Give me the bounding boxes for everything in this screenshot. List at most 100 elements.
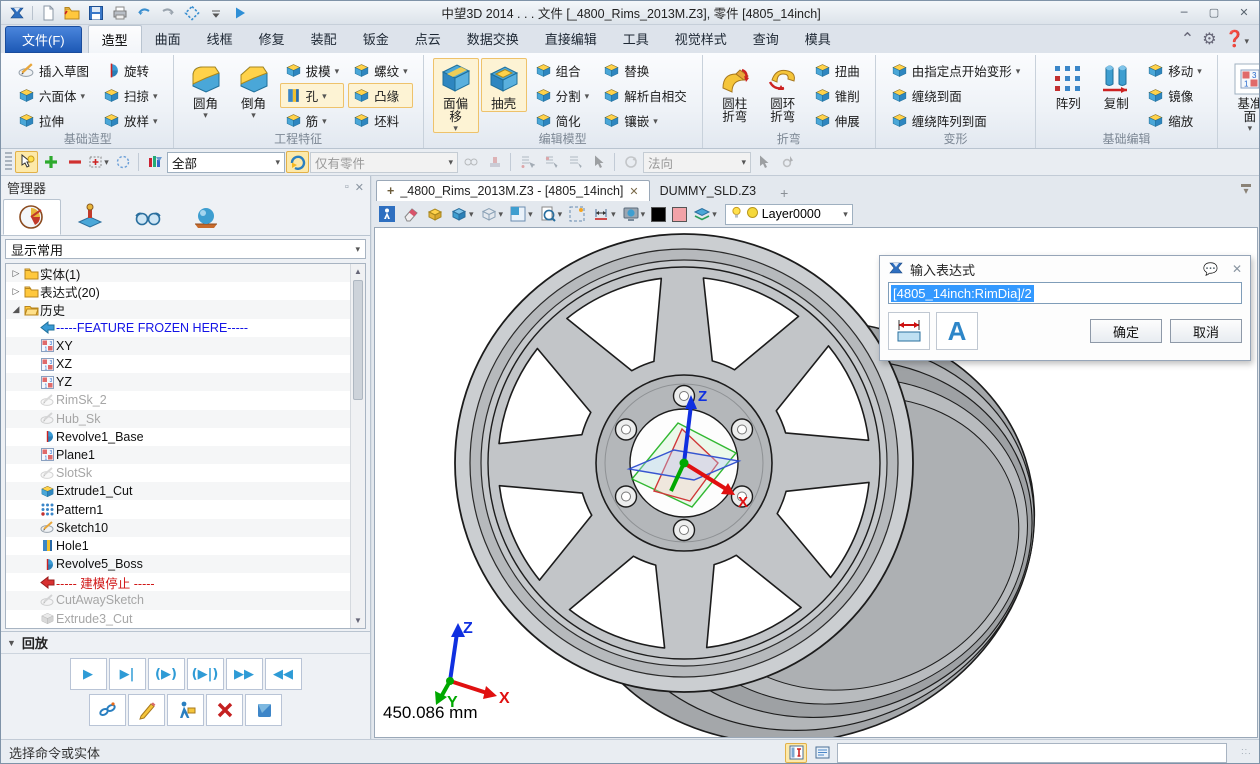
plus-green-icon[interactable] [39, 151, 62, 173]
lasso-icon[interactable] [111, 151, 134, 173]
ribbon-button-插入草图[interactable]: 插入草图 [13, 58, 94, 83]
app-logo[interactable] [6, 3, 28, 23]
command-list-button[interactable] [811, 743, 833, 763]
cancel-button[interactable]: 取消 [1170, 319, 1242, 343]
ribbon-button-阵列[interactable]: 阵列 [1045, 58, 1091, 112]
open-folder-icon[interactable] [61, 3, 83, 23]
save-icon[interactable] [85, 3, 107, 23]
minimize-button[interactable]: ─ [1171, 5, 1197, 21]
layer-combo[interactable]: Layer0000▾ [725, 204, 853, 225]
tree-item[interactable]: CutAwaySketch [6, 591, 365, 609]
select-diamond-icon[interactable] [181, 3, 203, 23]
part-swirl-icon[interactable] [286, 151, 309, 173]
tree-item[interactable]: 13XZ [6, 355, 365, 373]
tree-filter-dropdown[interactable]: 显示常用 ▾ [5, 239, 366, 259]
ribbon-button-缠绕到面[interactable]: 缠绕到面 [886, 83, 1026, 108]
replay-edit-pencil-button[interactable] [128, 694, 165, 726]
new-document-tab-button[interactable]: + [766, 185, 802, 201]
file-menu-button[interactable]: 文件(F) [5, 26, 82, 53]
pick-region-icon[interactable]: ▾ [87, 151, 110, 173]
overflow-caret-icon[interactable] [205, 3, 227, 23]
maximize-button[interactable]: ▢ [1201, 5, 1227, 21]
dialog-close-icon[interactable]: ✕ [1232, 262, 1242, 276]
cursor-icon[interactable] [752, 151, 775, 173]
comment-bubble-icon[interactable]: 💬 [1203, 262, 1218, 276]
visibility-manager-tab[interactable] [119, 199, 177, 235]
ribbon-tab-线框[interactable]: 线框 [194, 25, 246, 53]
replay-play-one-stop-button[interactable]: (▶|) [187, 658, 224, 690]
eraser-icon[interactable] [400, 203, 422, 225]
document-tab[interactable]: +_4800_Rims_2013M.Z3 - [4805_14inch]✕ [376, 180, 650, 201]
ribbon-tab-视觉样式[interactable]: 视觉样式 [662, 25, 740, 53]
tree-item[interactable]: -----FEATURE FROZEN HERE----- [6, 319, 365, 337]
replay-rewind-button[interactable]: ◀◀ [265, 658, 302, 690]
ribbon-tab-曲面[interactable]: 曲面 [142, 25, 194, 53]
ribbon-button-孔[interactable]: 孔▾ [280, 83, 345, 108]
resize-icon[interactable] [566, 203, 588, 225]
related-pick-icon[interactable] [459, 151, 482, 173]
ribbon-button-移动[interactable]: 移动▾ [1142, 58, 1207, 83]
filter-icon[interactable] [143, 151, 166, 173]
tree-item[interactable]: Extrude1_Cut [6, 482, 365, 500]
undo-icon[interactable] [133, 3, 155, 23]
tree-item[interactable]: Sketch10 [6, 519, 365, 537]
help-icon[interactable]: ❓▾ [1225, 29, 1249, 49]
expression-input[interactable]: [4805_14inch:RimDia]/2 [888, 282, 1242, 304]
tree-item[interactable]: ▷实体(1) [6, 264, 365, 282]
document-tab[interactable]: DUMMY_SLD.Z3 [650, 180, 767, 201]
replay-regen-link-button[interactable] [89, 694, 126, 726]
box-yellow-icon[interactable] [424, 203, 446, 225]
tree-item[interactable]: ----- 建模停止 ----- [6, 573, 365, 591]
viewport-3d[interactable]: Z X Z X Y 450.086 mm 输入表达式 💬 ✕ [374, 227, 1258, 738]
close-tab-icon[interactable]: ✕ [629, 185, 638, 198]
list-pick-icon[interactable] [515, 151, 538, 173]
tree-item[interactable]: Hole1 [6, 537, 365, 555]
print-icon[interactable] [109, 3, 131, 23]
ribbon-button-分割[interactable]: 分割▾ [530, 83, 595, 108]
cursor-bulb-icon[interactable] [15, 151, 38, 173]
part-only-combo[interactable]: 仅有零件▾ [310, 152, 458, 173]
tree-item[interactable]: ▷表达式(20) [6, 282, 365, 300]
ribbon-button-倒角[interactable]: 倒角▾ [231, 58, 277, 120]
tree-item[interactable]: Extrude3_Cut [6, 610, 365, 628]
exit-sketch-icon[interactable] [376, 203, 398, 225]
dimension-expression-button[interactable] [888, 312, 930, 350]
ribbon-tab-造型[interactable]: 造型 [88, 25, 142, 53]
normal-combo[interactable]: 法向▾ [643, 152, 751, 173]
replay-fast-forward-button[interactable]: ▶▶ [226, 658, 263, 690]
ribbon-tab-修复[interactable]: 修复 [246, 25, 298, 53]
replay-play-to-end-button[interactable]: ▶| [109, 658, 146, 690]
ribbon-button-扫掠[interactable]: 扫掠▾ [98, 83, 163, 108]
tab-list-icon[interactable]: ▬▾ [1241, 181, 1251, 195]
tree-item[interactable]: Revolve1_Base [6, 428, 365, 446]
tree-item[interactable]: 13XY [6, 337, 365, 355]
manager-float-button[interactable]: ▫ [345, 181, 349, 193]
expander-icon[interactable]: ◢ [10, 304, 22, 315]
zoom-doc-icon[interactable]: ▾ [537, 203, 565, 225]
toolbar-grip[interactable] [5, 152, 12, 172]
list-pick3-icon[interactable] [563, 151, 586, 173]
tree-item[interactable]: Revolve5_Boss [6, 555, 365, 573]
layers-icon[interactable]: ▾ [691, 203, 719, 225]
ok-button[interactable]: 确定 [1090, 319, 1162, 343]
ribbon-button-解析自相交[interactable]: 解析自相交 [598, 83, 692, 108]
tree-item[interactable]: RimSk_2 [6, 391, 365, 409]
scrollbar-thumb[interactable] [353, 280, 363, 400]
dimension-icon[interactable]: ▾ [590, 203, 618, 225]
ribbon-button-圆角[interactable]: 圆角▾ [183, 58, 229, 120]
ribbon-button-拔模[interactable]: 拔模▾ [280, 58, 345, 83]
tree-item[interactable]: ◢历史 [6, 300, 365, 318]
close-button[interactable]: ✕ [1231, 5, 1257, 21]
ribbon-tab-直接编辑[interactable]: 直接编辑 [532, 25, 610, 53]
render-manager-tab[interactable] [177, 199, 235, 235]
ribbon-button-由指定点开始变形[interactable]: 由指定点开始变形▾ [886, 58, 1026, 83]
tree-scrollbar[interactable]: ▲ ▼ [350, 264, 365, 628]
ribbon-tab-数据交换[interactable]: 数据交换 [454, 25, 532, 53]
collapse-ribbon-icon[interactable]: ⌃ [1181, 29, 1194, 49]
replay-play-one-button[interactable]: (▶) [148, 658, 185, 690]
assembly-manager-tab[interactable] [61, 199, 119, 235]
wireframe-cube-icon[interactable]: ▾ [478, 203, 506, 225]
ribbon-tab-查询[interactable]: 查询 [740, 25, 792, 53]
ribbon-button-镜像[interactable]: 镜像 [1142, 83, 1207, 108]
settings-gear-icon[interactable]: ⚙ [1202, 29, 1216, 49]
